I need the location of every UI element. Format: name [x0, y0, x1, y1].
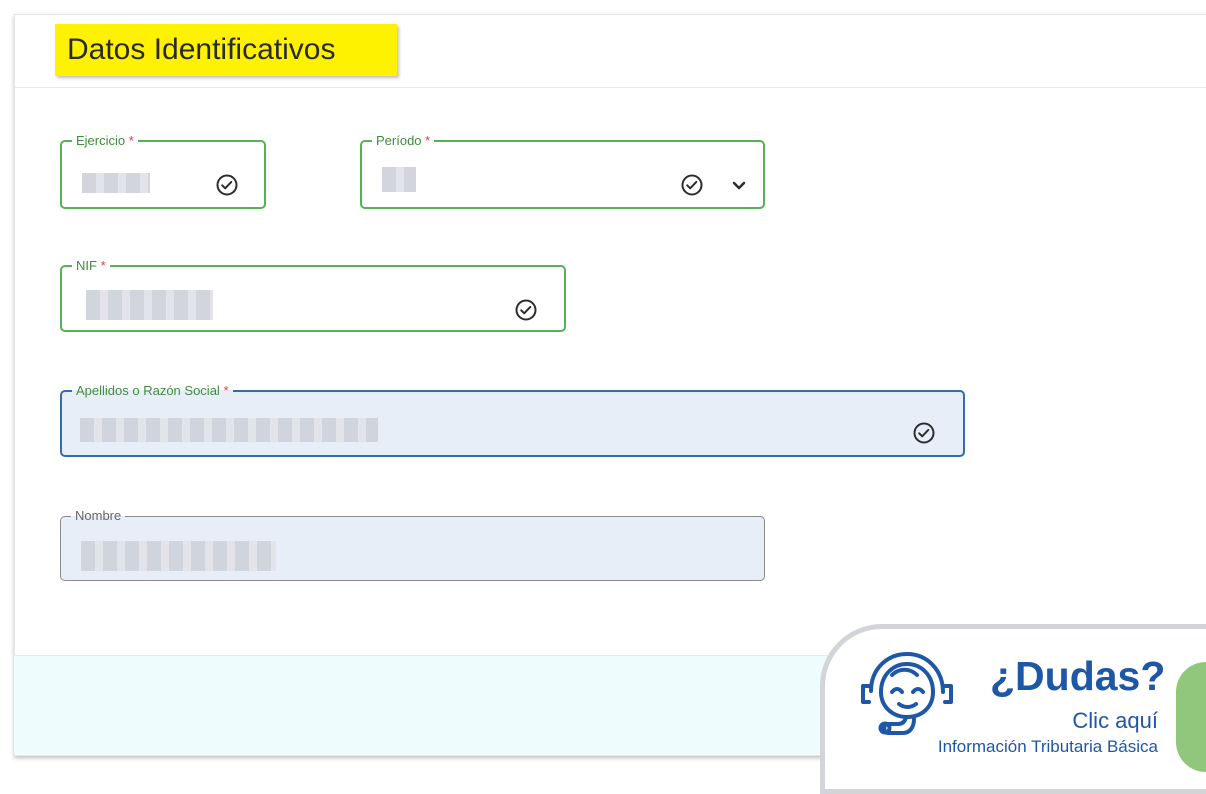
periodo-field[interactable]: Período * [360, 134, 765, 209]
nombre-value [81, 541, 276, 571]
section-title: Datos Identificativos [55, 24, 397, 76]
ejercicio-value [82, 173, 150, 193]
periodo-value [382, 167, 416, 192]
help-title[interactable]: ¿Dudas? [990, 654, 1165, 698]
apellidos-label: Apellidos o Razón Social * [76, 383, 229, 398]
chevron-down-icon[interactable] [729, 176, 749, 196]
help-subtitle: Información Tributaria Básica [937, 737, 1158, 756]
nif-value [86, 290, 213, 320]
check-circle-icon [515, 299, 537, 321]
header-divider [14, 87, 1206, 88]
apellidos-value [80, 418, 378, 442]
ejercicio-field[interactable]: Ejercicio * [60, 134, 266, 209]
nombre-field[interactable]: Nombre [60, 509, 765, 581]
check-circle-icon [681, 174, 703, 196]
headset-agent-icon[interactable] [859, 644, 984, 736]
check-circle-icon [913, 422, 935, 444]
help-link[interactable]: Clic aquí [1040, 709, 1158, 733]
check-circle-icon [216, 174, 238, 196]
ejercicio-label: Ejercicio * [76, 133, 134, 148]
periodo-label: Período * [376, 133, 431, 148]
help-side-accent [1176, 662, 1206, 772]
nif-label: NIF * [76, 258, 106, 273]
nombre-label: Nombre [75, 508, 122, 523]
apellidos-field[interactable]: Apellidos o Razón Social * [60, 384, 965, 457]
nif-field[interactable]: NIF * [60, 259, 566, 332]
